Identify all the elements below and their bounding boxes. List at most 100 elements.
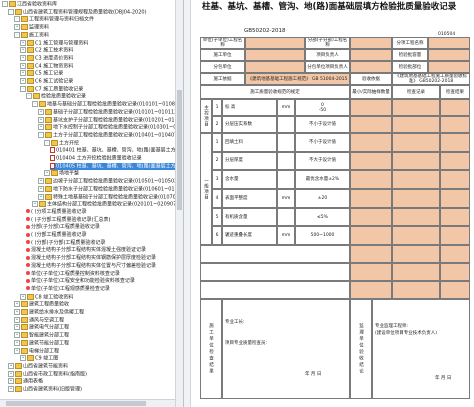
tree-node[interactable]: + C4 施工物资资料 xyxy=(20,62,73,70)
tree-node[interactable]: 010401 柱基、基坑、基槽、管沟、地(路)面基层土方开挖检验批质量验收记录 xyxy=(50,147,183,154)
blank-cell[interactable] xyxy=(440,281,470,299)
expand-toggle-icon[interactable]: + xyxy=(32,201,38,208)
expand-toggle-icon[interactable]: + xyxy=(14,316,20,323)
tree-node[interactable]: - 土方开挖 xyxy=(44,139,79,147)
document-scrollbar[interactable] xyxy=(184,0,191,407)
sampling-cell[interactable] xyxy=(350,99,392,116)
tree-node[interactable]: - 工程资料管理与资料归档文件 xyxy=(14,16,94,23)
tree-node[interactable]: + 建筑工程质量验收 xyxy=(14,301,69,308)
construction-check-box[interactable]: 专业工长: 项目专业质量检查员: 年 月 日 xyxy=(222,299,350,399)
tree-node[interactable]: 单位(子单位)工程安全和功能检验资料核查记录 xyxy=(26,278,135,285)
tree-node[interactable]: + C1 施工管理与管理资料 xyxy=(20,39,88,47)
expand-toggle-icon[interactable]: + xyxy=(14,339,20,346)
result-cell[interactable] xyxy=(440,133,470,152)
tree-node[interactable]: + 场地平整 xyxy=(44,170,79,177)
tree-node[interactable]: + 基础子分部工程检验批质量验收记录(010101~010113) xyxy=(38,108,179,116)
tree-hscroll-thumb[interactable] xyxy=(6,401,146,406)
blank-cell[interactable] xyxy=(392,281,440,299)
result-cell[interactable] xyxy=(440,226,470,245)
tree-node[interactable]: + 智能建筑分部工程 xyxy=(14,332,69,339)
tree-node[interactable]: + 地下防水子分部工程检验批质量验收记录(010601~010619) xyxy=(38,185,183,193)
tree-node[interactable]: + C5 施工记录 xyxy=(20,70,63,77)
result-cell[interactable] xyxy=(440,170,470,189)
expand-toggle-icon[interactable]: + xyxy=(8,378,14,385)
sampling-cell[interactable] xyxy=(350,226,392,245)
collapse-toggle-icon[interactable]: - xyxy=(26,93,32,100)
blank-cell[interactable] xyxy=(350,263,392,281)
record-cell[interactable] xyxy=(392,99,440,116)
expand-toggle-icon[interactable]: + xyxy=(20,39,26,46)
tree-vertical-scrollbar[interactable] xyxy=(175,0,183,407)
tree-node[interactable]: + 建筑节能分部工程 xyxy=(14,339,69,347)
subcontract-unit-field[interactable] xyxy=(245,61,305,73)
supervision-conclusion-box[interactable]: 专业监理工程师: (建设单位项目专业技术负责人) 年 月 日 xyxy=(372,299,470,399)
sampling-cell[interactable] xyxy=(350,151,392,171)
blank-cell[interactable] xyxy=(440,245,470,263)
tree-node[interactable]: + 建筑给水排水及供暖工程 xyxy=(14,309,84,316)
expand-toggle-icon[interactable]: + xyxy=(38,116,44,123)
expand-toggle-icon[interactable]: + xyxy=(44,170,50,177)
inspection-capacity-field[interactable] xyxy=(428,49,470,61)
tree-node[interactable]: + 主体结构分部工程检验批质量验收记录(020101~020907) xyxy=(32,201,178,208)
expand-toggle-icon[interactable]: + xyxy=(38,193,44,200)
blank-cell[interactable] xyxy=(440,263,470,281)
tree-node[interactable]: 010404 土方开挖检验批质量验收记录 xyxy=(50,155,142,162)
tree-node[interactable]: 混凝土结构子分部工程结构实体位置与尺寸偏差检验记录 xyxy=(26,263,156,270)
expand-toggle-icon[interactable]: + xyxy=(38,124,44,131)
blank-cell[interactable] xyxy=(350,281,392,299)
tree-node[interactable]: + 山西省建筑资料(旧版管理) xyxy=(8,386,82,393)
collapse-toggle-icon[interactable]: - xyxy=(14,31,20,38)
expand-toggle-icon[interactable]: + xyxy=(8,362,14,369)
tree-node[interactable]: - C7 施工质量验收记录 xyxy=(20,85,83,93)
tree-node[interactable]: 混凝土结构子分部工程结构实体钢筋保护层厚度检验记录 xyxy=(26,255,156,262)
expand-toggle-icon[interactable]: + xyxy=(14,309,20,315)
expand-toggle-icon[interactable]: + xyxy=(8,370,14,377)
record-cell[interactable] xyxy=(392,189,440,208)
tree-node[interactable]: ( )分项工程质量验收记录 xyxy=(26,209,87,216)
blank-cell[interactable] xyxy=(392,245,440,263)
result-cell[interactable] xyxy=(440,116,470,133)
tree-node[interactable]: 单位(子单位)工程质量控制资料核查记录 xyxy=(26,271,120,278)
item-project-field[interactable] xyxy=(428,37,470,49)
unit-project-field[interactable] xyxy=(245,37,305,49)
expand-toggle-icon[interactable]: + xyxy=(20,70,26,77)
collapse-toggle-icon[interactable]: - xyxy=(20,85,26,92)
tree-node[interactable]: 单位(子单位)工程观感质量检查记录 xyxy=(26,286,110,293)
tree-node[interactable]: + C6 施工试验记录 xyxy=(20,78,73,85)
sampling-cell[interactable] xyxy=(350,170,392,189)
collapse-toggle-icon[interactable]: - xyxy=(44,139,50,146)
result-cell[interactable] xyxy=(440,99,470,116)
collapse-toggle-icon[interactable]: - xyxy=(38,131,44,138)
tree-node[interactable]: + 通风与空调工程 xyxy=(14,316,64,324)
expand-toggle-icon[interactable]: + xyxy=(20,47,26,54)
blank-cell[interactable] xyxy=(350,245,392,263)
expand-toggle-icon[interactable]: + xyxy=(14,324,20,331)
tree-node[interactable]: - 检验批质量验收记录 xyxy=(26,93,86,100)
tree-node[interactable]: + C2 施工技术资料 xyxy=(20,47,73,54)
expand-toggle-icon[interactable]: + xyxy=(14,24,20,31)
collapse-toggle-icon[interactable]: - xyxy=(8,8,14,15)
tree-node[interactable]: + 边坡子分部工程检验批质量验收记录(010501~010502) xyxy=(38,178,179,185)
expand-toggle-icon[interactable]: + xyxy=(20,54,26,61)
tree-node[interactable]: ( )分部(子分部)工程质量验收记录 xyxy=(26,240,105,247)
expand-toggle-icon[interactable]: + xyxy=(38,108,44,115)
tree-node[interactable]: 010405 柱基、基坑、基槽、管沟、地(路)面基层土方回填检验批质量验收记录 xyxy=(50,162,183,170)
collapse-toggle-icon[interactable]: - xyxy=(32,101,38,108)
tree-node[interactable]: + 通用表格 xyxy=(8,378,43,385)
sampling-cell[interactable] xyxy=(350,116,392,133)
inspection-part-field[interactable] xyxy=(428,61,470,73)
construction-basis-field[interactable]: 《建筑地基基础工程施工规范》 GB 51004-2015 xyxy=(245,73,350,85)
tree-node[interactable]: + 基坑支护子分部工程检验批质量验收记录(010201~010211) xyxy=(38,116,183,124)
subcontract-manager-field[interactable] xyxy=(350,61,392,73)
record-cell[interactable] xyxy=(392,207,440,227)
record-cell[interactable] xyxy=(392,170,440,189)
sampling-cell[interactable] xyxy=(350,189,392,208)
collapse-toggle-icon[interactable]: - xyxy=(14,16,20,23)
expand-toggle-icon[interactable]: + xyxy=(14,332,20,339)
project-manager-field[interactable] xyxy=(350,49,392,61)
sub-project-field[interactable] xyxy=(350,37,392,49)
construction-unit-field[interactable] xyxy=(245,49,305,61)
expand-toggle-icon[interactable]: + xyxy=(38,185,44,192)
expand-toggle-icon[interactable]: + xyxy=(14,347,20,354)
tree-node[interactable]: - 山西省建筑工程资料管理规程及质量验收(DBJ04-2020) xyxy=(8,8,147,16)
